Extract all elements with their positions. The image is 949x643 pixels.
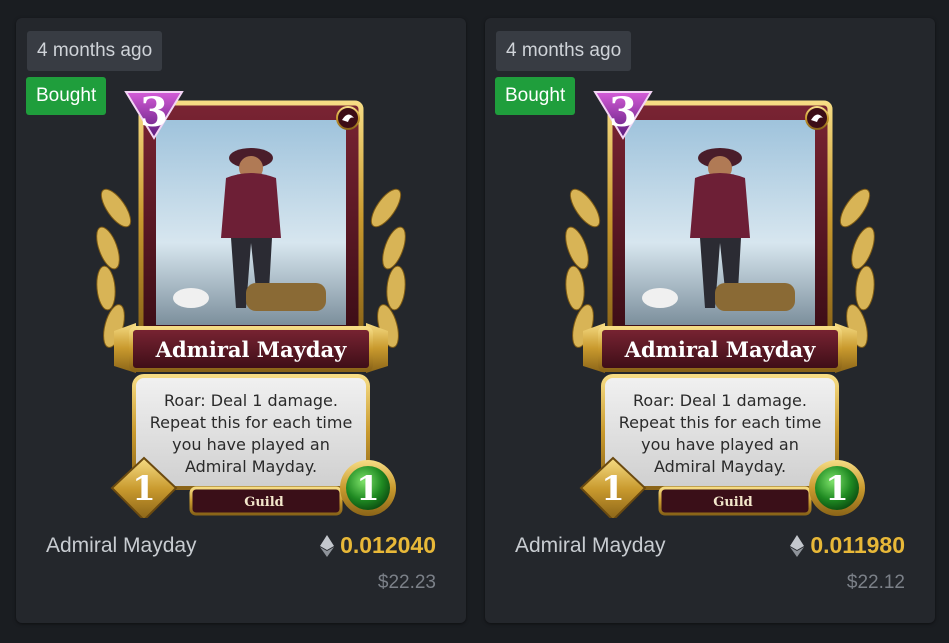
card-tribe: Guild — [713, 495, 753, 510]
card-text-line: you have played an — [172, 435, 330, 454]
listing-title: Admiral Mayday — [46, 534, 197, 557]
eth-icon — [790, 534, 805, 557]
card-name: Admiral Mayday — [155, 337, 347, 362]
card-tribe: Guild — [244, 495, 284, 510]
eth-price-row: 0.011980 — [790, 532, 905, 559]
card-text-line: you have played an — [641, 435, 799, 454]
card-text-line: Roar: Deal 1 damage. — [164, 391, 338, 410]
attack-value: 1 — [356, 469, 380, 509]
card-text-line: Admiral Mayday. — [654, 457, 786, 476]
age-badge: 4 months ago — [27, 31, 163, 71]
tier-value: 3 — [609, 89, 637, 136]
status-badge: Bought — [495, 77, 576, 115]
card-text-line: Repeat this for each time — [150, 413, 353, 432]
usd-price: $22.12 — [846, 572, 905, 593]
card-image[interactable]: Admiral Mayday Roar: Deal 1 damage. Repe… — [86, 68, 416, 518]
listing-grid: 4 months ago Bought Admiral Mayday Roar:… — [0, 0, 949, 643]
attack-value: 1 — [825, 469, 849, 509]
eth-icon — [320, 534, 335, 557]
tier-value: 3 — [140, 89, 168, 136]
eth-price: 0.011980 — [810, 532, 905, 558]
age-badge: 4 months ago — [496, 31, 632, 71]
eth-price-row: 0.012040 — [320, 532, 436, 559]
eth-price: 0.012040 — [340, 532, 436, 558]
mana-value: 1 — [132, 469, 156, 509]
listing-title: Admiral Mayday — [515, 534, 666, 557]
listing-card[interactable]: 4 months ago Bought Admiral Mayday Roar:… — [16, 18, 466, 623]
mana-value: 1 — [601, 469, 625, 509]
card-image[interactable]: Admiral Mayday Roar: Deal 1 damage. Repe… — [555, 68, 885, 518]
card-text-line: Repeat this for each time — [619, 413, 822, 432]
listing-card[interactable]: 4 months ago Bought Admiral Mayday Roar:… — [485, 18, 935, 623]
card-name: Admiral Mayday — [624, 337, 816, 362]
card-text-line: Admiral Mayday. — [185, 457, 317, 476]
status-badge: Bought — [26, 77, 107, 115]
card-text-line: Roar: Deal 1 damage. — [633, 391, 807, 410]
usd-price: $22.23 — [377, 572, 436, 593]
